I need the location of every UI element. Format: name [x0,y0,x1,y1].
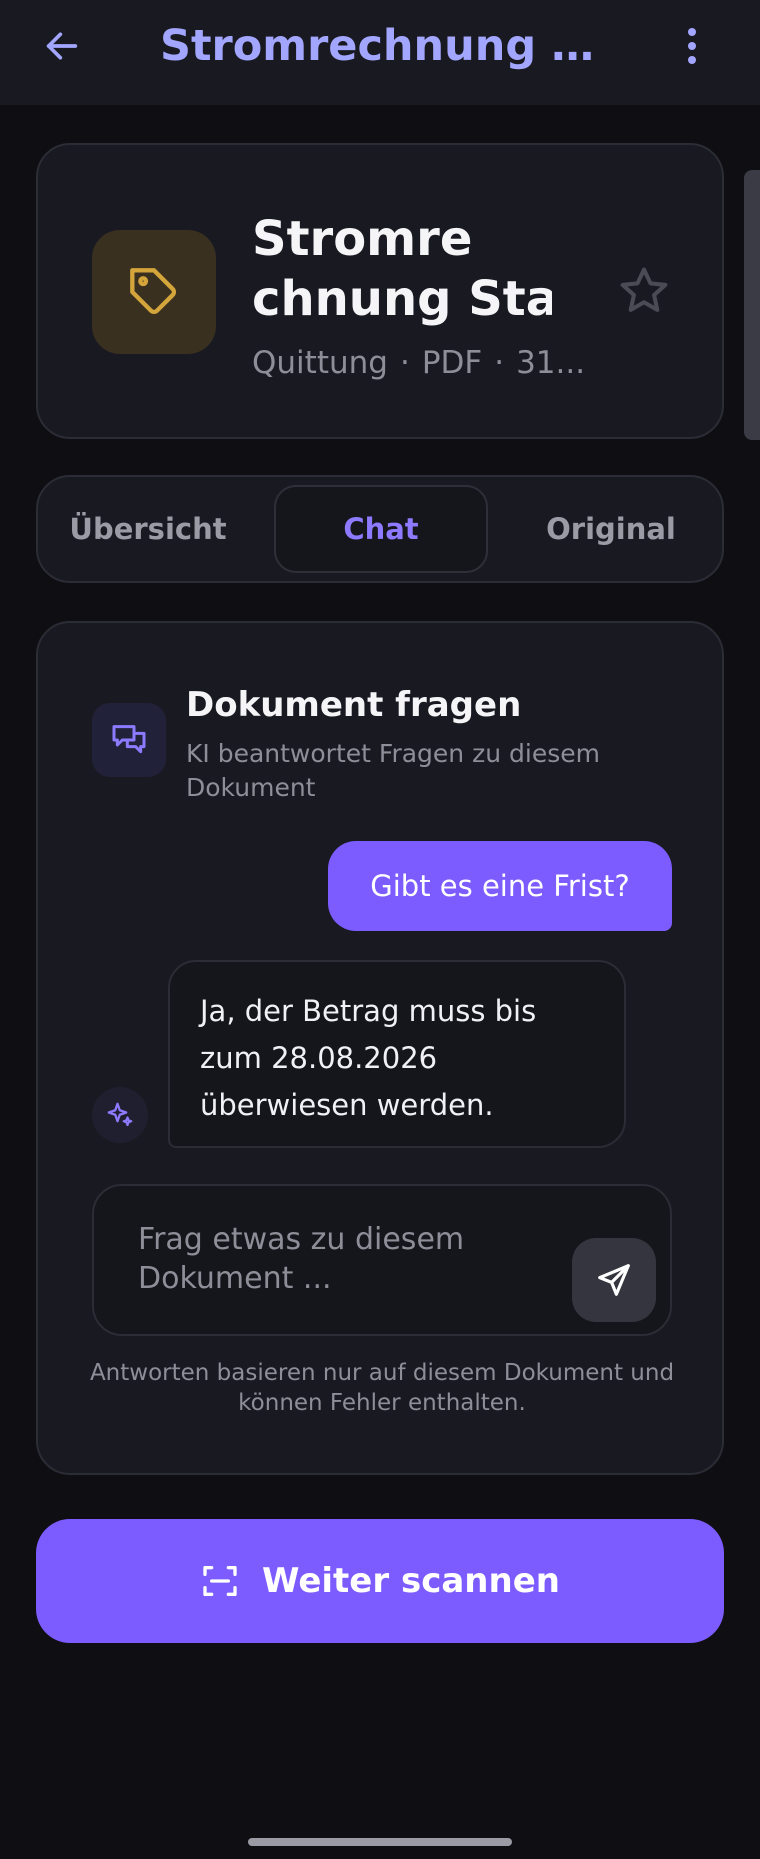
more-options-button[interactable] [672,18,712,74]
scan-icon-wrap [200,1561,240,1601]
tab-chat[interactable]: Chat [274,485,488,573]
tab-original[interactable]: Original [506,485,716,573]
ai-avatar [92,1087,148,1143]
document-meta: Quittung · PDF · 31... [252,345,585,381]
tab-bar: Übersicht Chat Original [36,475,724,583]
meta-separator: · [494,345,505,381]
chat-badge [92,703,166,777]
disclaimer-text: Antworten basieren nur auf diesem Dokume… [89,1360,675,1416]
ai-message: Ja, der Betrag muss bis zum 28.08.2026 ü… [168,960,626,1148]
send-button[interactable] [572,1238,656,1322]
back-button[interactable] [34,18,90,74]
document-header-card: Stromre chnung Sta... Quittung · PDF · 31... [36,143,724,439]
document-title-line-1: Stromre [252,211,473,267]
favorite-button[interactable] [614,261,674,321]
user-message: Gibt es eine Frist? [328,841,672,931]
send-icon [598,1264,630,1296]
document-size: 31... [516,345,586,381]
tag-icon [130,268,176,314]
star-icon [620,267,668,312]
home-indicator[interactable] [248,1838,512,1846]
scan-icon [203,1566,237,1596]
arrow-left-icon [46,32,78,60]
tab-overview[interactable]: Übersicht [48,485,248,573]
page-title: Stromrechnung Stadt... [160,21,620,71]
document-type: Quittung [252,345,388,381]
more-vertical-icon [688,28,696,64]
chat-panel: Dokument fragen KI beantwortet Fragen zu… [36,621,724,1475]
sparkles-icon [107,1102,133,1127]
scrollbar[interactable] [744,170,760,440]
chat-input[interactable]: Frag etwas zu diesem Dokument ... [92,1184,672,1336]
continue-scanning-button[interactable]: Weiter scannen [36,1519,724,1643]
continue-scanning-label: Weiter scannen [262,1561,560,1601]
chat-title: Dokument fragen [186,685,522,725]
chat-input-placeholder[interactable]: Frag etwas zu diesem Dokument ... [138,1220,498,1298]
app-bar: Stromrechnung Stadt... [0,0,760,105]
chat-subtitle: KI beantwortet Fragen zu diesem Dokument [186,739,600,802]
meta-separator: · [399,345,410,381]
document-format: PDF [421,345,483,381]
document-title-line-2: chnung Sta... [252,271,552,327]
document-title: Stromre chnung Sta... [252,209,552,329]
chat-bubbles-icon [112,725,146,754]
document-type-badge [92,230,216,354]
